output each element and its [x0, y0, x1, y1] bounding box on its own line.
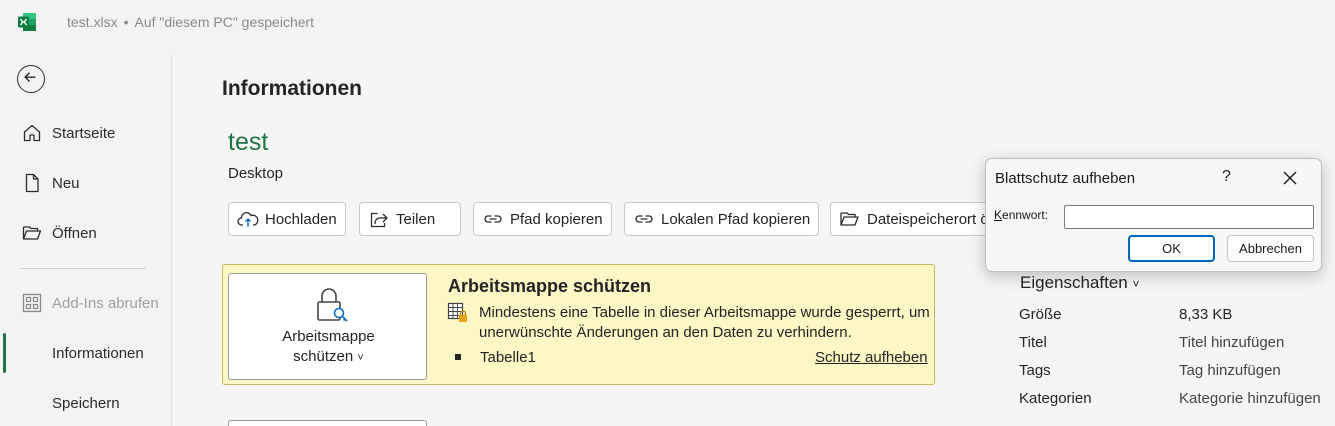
cancel-button[interactable]: Abbrechen: [1227, 235, 1314, 262]
help-button[interactable]: ?: [1222, 168, 1231, 186]
prop-value-title[interactable]: Titel hinzufügen: [1179, 334, 1284, 351]
bullet: [455, 354, 461, 360]
back-button[interactable]: [17, 65, 45, 93]
copy-path-button[interactable]: Pfad kopieren: [473, 202, 612, 236]
nav-item-label: Speichern: [52, 394, 120, 412]
link-icon: [484, 215, 502, 223]
file-name: test.xlsx: [67, 14, 118, 30]
open-file-location-label: Dateispeicherort ö: [867, 210, 989, 228]
nav-item-neu[interactable]: Neu: [0, 165, 172, 201]
protect-heading: Arbeitsmappe schützen: [448, 276, 652, 296]
nav-item-startseite[interactable]: Startseite: [0, 115, 172, 151]
open-file-location-button[interactable]: Dateispeicherort ö: [830, 202, 995, 236]
prop-label-size: Größe: [1019, 306, 1062, 323]
password-field[interactable]: [1064, 205, 1314, 229]
document-location: Desktop: [228, 165, 284, 182]
copy-local-path-button[interactable]: Lokalen Pfad kopieren: [624, 202, 819, 236]
next-section-button[interactable]: [228, 420, 427, 426]
backstage-nav: Startseite Neu Öffnen Add-Ins abrufen In…: [0, 46, 172, 426]
locked-sheet-icon: [447, 302, 467, 322]
protect-workbook-panel: Arbeitsmappe schützen ˅ Arbeitsmappe sch…: [222, 264, 935, 385]
upload-label: Hochladen: [265, 210, 337, 228]
ok-button[interactable]: OK: [1128, 235, 1215, 262]
nav-item-label: Neu: [52, 174, 80, 192]
protect-button-line2: schützen ˅: [229, 348, 428, 365]
prop-value-size: 8,33 KB: [1179, 306, 1233, 323]
nav-item-speichern[interactable]: Speichern: [0, 385, 172, 421]
title-separator: •: [123, 14, 129, 30]
chevron-down-icon: ˅: [357, 352, 364, 364]
password-label-accelerator: K: [994, 208, 1003, 222]
add-ins-icon: [22, 293, 42, 313]
prop-label-title: Titel: [1019, 334, 1047, 351]
protect-workbook-button[interactable]: Arbeitsmappe schützen ˅: [228, 273, 427, 380]
share-label: Teilen: [396, 210, 436, 228]
prop-value-categories[interactable]: Kategorie hinzufügen: [1179, 390, 1321, 407]
share-button[interactable]: Teilen: [359, 202, 461, 236]
upload-icon: [237, 212, 259, 227]
prop-label-categories: Kategorien: [1019, 390, 1092, 407]
properties-heading[interactable]: Eigenschaften ˅: [1020, 273, 1140, 293]
window-title: test.xlsx • Auf "diesem PC" gespeichert: [67, 14, 314, 30]
nav-item-label: Startseite: [52, 124, 116, 142]
protect-button-line1: Arbeitsmappe: [282, 328, 375, 345]
nav-item-add-ins[interactable]: Add-Ins abrufen: [0, 285, 172, 321]
properties-label: Eigenschaften: [1020, 273, 1128, 292]
share-icon: [370, 212, 388, 228]
protect-button-text: schützen: [293, 348, 354, 365]
upload-button[interactable]: Hochladen: [228, 202, 346, 236]
unprotect-sheet-dialog: Blattschutz aufheben ? Kennwort: OK Abbr…: [985, 158, 1322, 272]
back-arrow-icon: [24, 72, 36, 82]
protection-message: Mindestens eine Tabelle in dieser Arbeit…: [479, 304, 930, 341]
copy-local-path-label: Lokalen Pfad kopieren: [661, 210, 811, 228]
copy-path-label: Pfad kopieren: [510, 210, 603, 228]
open-folder-icon: [22, 226, 42, 240]
new-document-icon: [25, 173, 39, 193]
excel-icon: [18, 13, 36, 31]
nav-item-oeffnen[interactable]: Öffnen: [0, 215, 172, 251]
lock-key-icon: [317, 288, 348, 322]
close-icon[interactable]: [1281, 169, 1299, 187]
nav-item-label: Add-Ins abrufen: [52, 294, 159, 312]
dialog-title: Blattschutz aufheben: [995, 170, 1136, 187]
prop-label-tags: Tags: [1019, 362, 1051, 379]
nav-item-label: Öffnen: [52, 224, 97, 242]
unprotect-link[interactable]: Schutz aufheben: [815, 349, 928, 366]
home-icon: [23, 124, 41, 142]
password-label: Kennwort:: [994, 208, 1048, 222]
save-status: Auf "diesem PC" gespeichert: [134, 14, 315, 30]
folder-open-icon: [840, 212, 859, 226]
document-name: test: [228, 128, 269, 156]
nav-item-label: Informationen: [52, 344, 144, 362]
protected-sheet-name: Tabelle1: [480, 349, 536, 366]
link-icon: [635, 215, 653, 223]
password-label-text: ennwort:: [1002, 208, 1049, 222]
page-title: Informationen: [222, 77, 362, 100]
title-bar: test.xlsx • Auf "diesem PC" gespeichert: [0, 0, 1335, 46]
nav-divider: [20, 268, 146, 269]
chevron-down-icon: ˅: [1132, 277, 1140, 291]
nav-item-informationen[interactable]: Informationen: [0, 335, 172, 371]
prop-value-tags[interactable]: Tag hinzufügen: [1179, 362, 1281, 379]
